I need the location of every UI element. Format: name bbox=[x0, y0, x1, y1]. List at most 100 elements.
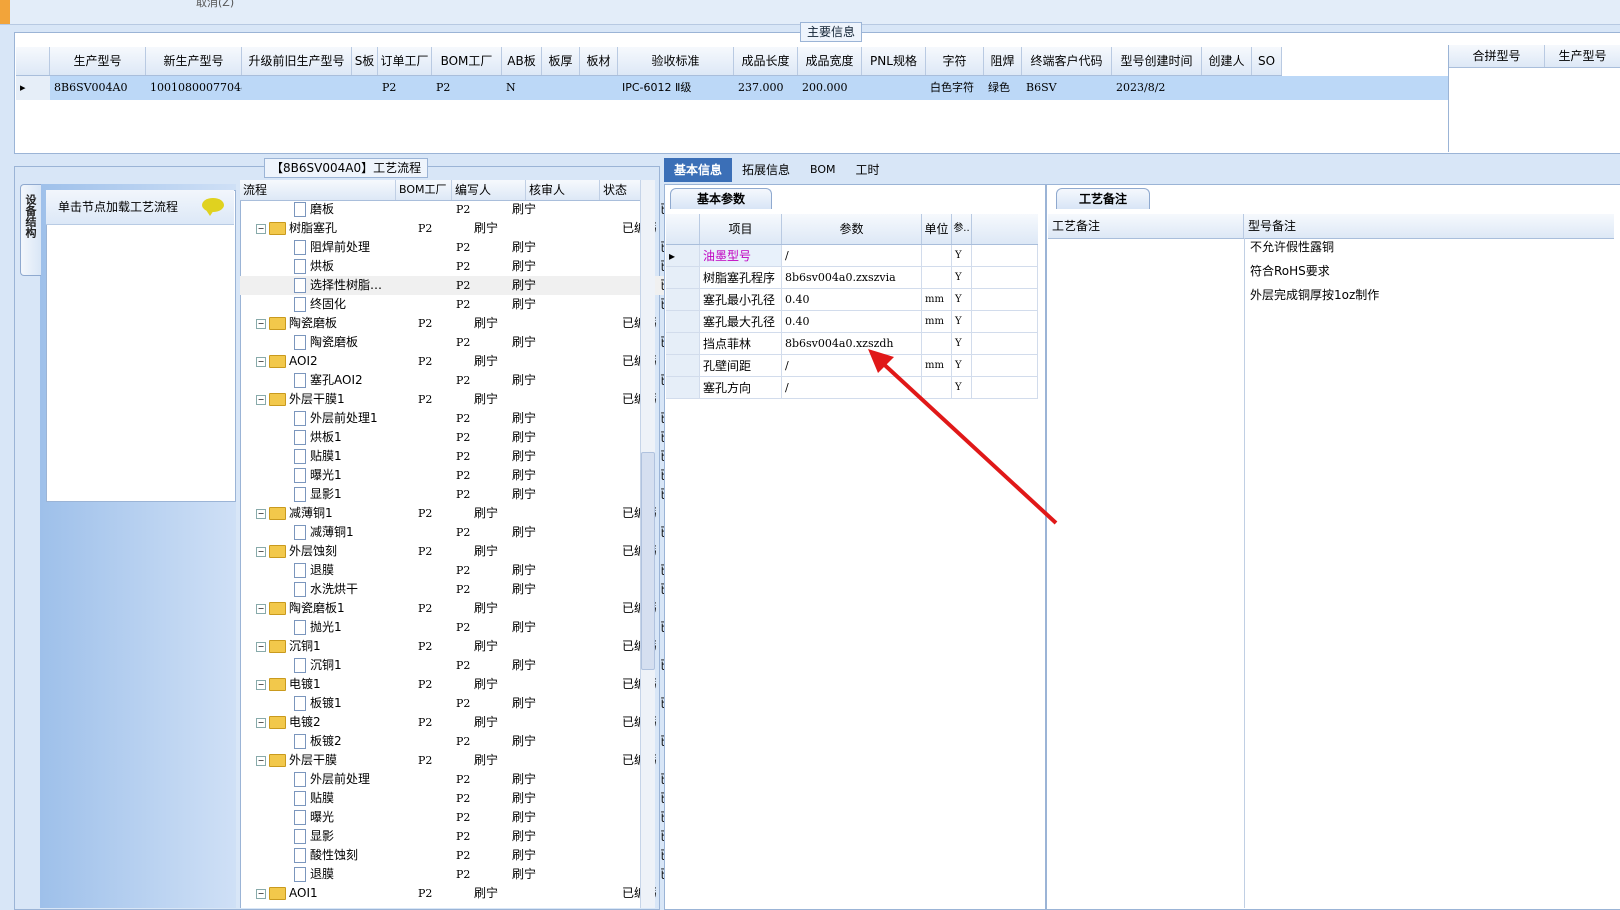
flow-tree-row[interactable]: 减薄铜1P2刷宁已编写 bbox=[240, 523, 694, 542]
flow-tree-row[interactable]: − 沉铜1 P2 刷宁 已编写 bbox=[240, 637, 656, 656]
flow-node[interactable]: − 电镀1 bbox=[240, 675, 412, 694]
flow-node[interactable]: 贴膜1 bbox=[240, 447, 450, 466]
flow-node[interactable]: 塞孔AOI2 bbox=[240, 371, 450, 390]
merge-col-header[interactable]: 合拼型号 bbox=[1449, 45, 1545, 67]
collapse-toggle-icon[interactable]: − bbox=[256, 508, 266, 519]
flow-node[interactable]: 终固化 bbox=[240, 295, 450, 314]
main-cell[interactable] bbox=[1252, 76, 1282, 100]
flow-node[interactable]: − 外层蚀刻 bbox=[240, 542, 412, 561]
col-flow[interactable]: 流程 bbox=[240, 180, 396, 200]
flow-node[interactable]: 外层前处理1 bbox=[240, 409, 450, 428]
main-col-header[interactable]: PNL规格 bbox=[862, 47, 926, 75]
collapse-toggle-icon[interactable]: − bbox=[256, 888, 266, 899]
main-cell[interactable] bbox=[242, 76, 352, 100]
flow-node[interactable]: 退膜 bbox=[240, 865, 450, 884]
flow-tree-row[interactable]: 显影1P2刷宁已编写 bbox=[240, 485, 694, 504]
collapse-toggle-icon[interactable]: − bbox=[256, 394, 266, 405]
param-value[interactable]: 8b6sv004a0.zxszvia bbox=[782, 267, 922, 289]
param-row[interactable]: 塞孔最小孔径 0.40 mm Y bbox=[666, 289, 1038, 311]
main-col-header[interactable]: 成品长度 bbox=[734, 47, 798, 75]
flow-tree-row[interactable]: 板镀2P2刷宁已编写 bbox=[240, 732, 694, 751]
tree-scroll-thumb[interactable] bbox=[641, 452, 655, 670]
flow-node[interactable]: 显影 bbox=[240, 827, 450, 846]
main-col-header[interactable]: BOM工厂 bbox=[432, 47, 502, 75]
main-cell[interactable]: B6SV bbox=[1022, 76, 1112, 100]
main-cell[interactable]: N bbox=[502, 76, 542, 100]
flow-tree-row[interactable]: 板镀1P2刷宁已编写 bbox=[240, 694, 694, 713]
main-col-header[interactable]: 型号创建时间 bbox=[1112, 47, 1202, 75]
flow-tree-row[interactable]: 阻焊前处理P2刷宁已编写 bbox=[240, 238, 694, 257]
collapse-toggle-icon[interactable]: − bbox=[256, 223, 266, 234]
flow-tree-row[interactable]: 塞孔AOI2P2刷宁已编写 bbox=[240, 371, 694, 390]
flow-node[interactable]: 退膜 bbox=[240, 561, 450, 580]
col-status[interactable]: 状态 bbox=[600, 180, 640, 200]
flow-tree-row[interactable]: 陶瓷磨板P2刷宁已编写 bbox=[240, 333, 694, 352]
main-col-header[interactable]: 生产型号 bbox=[50, 47, 146, 75]
main-col-header[interactable]: 订单工厂 bbox=[378, 47, 432, 75]
param-row[interactable]: 塞孔最大孔径 0.40 mm Y bbox=[666, 311, 1038, 333]
params-tab[interactable]: 基本参数 bbox=[670, 188, 772, 209]
col-reviewer[interactable]: 核审人 bbox=[526, 180, 600, 200]
tab-extended-info[interactable]: 拓展信息 bbox=[732, 158, 800, 182]
collapse-toggle-icon[interactable]: − bbox=[256, 318, 266, 329]
flow-tree-row[interactable]: 曝光P2刷宁已编写 bbox=[240, 808, 694, 827]
flow-tree-row[interactable]: 抛光1P2刷宁已编写 bbox=[240, 618, 694, 637]
main-cell[interactable]: 2023/8/2 bbox=[1112, 76, 1202, 100]
flow-node[interactable]: − 电镀2 bbox=[240, 713, 412, 732]
flow-tree-row[interactable]: − 电镀2 P2 刷宁 已编写 bbox=[240, 713, 656, 732]
flow-node[interactable]: 板镀2 bbox=[240, 732, 450, 751]
param-value[interactable]: / bbox=[782, 245, 922, 267]
main-cell[interactable]: IPC-6012 Ⅱ级 bbox=[618, 76, 734, 100]
flow-node[interactable]: 阻焊前处理 bbox=[240, 238, 450, 257]
flow-node[interactable]: 烘板1 bbox=[240, 428, 450, 447]
collapse-toggle-icon[interactable]: − bbox=[256, 717, 266, 728]
flow-node[interactable]: 水洗烘干 bbox=[240, 580, 450, 599]
flow-node[interactable]: − 树脂塞孔 bbox=[240, 219, 412, 238]
main-cell[interactable]: 白色字符 bbox=[926, 76, 984, 100]
main-col-header[interactable]: 终端客户代码 bbox=[1022, 47, 1112, 75]
flow-node[interactable]: 曝光1 bbox=[240, 466, 450, 485]
main-col-header[interactable]: 新生产型号 bbox=[146, 47, 242, 75]
flow-node[interactable]: 磨板 bbox=[240, 200, 450, 219]
flow-node[interactable]: 外层前处理 bbox=[240, 770, 450, 789]
flow-tree-row[interactable]: 显影P2刷宁已编写 bbox=[240, 827, 694, 846]
flow-tree-row[interactable]: − AOI1 P2 刷宁 已编写 bbox=[240, 884, 656, 903]
tab-bom[interactable]: BOM bbox=[800, 158, 846, 182]
main-col-header[interactable]: 字符 bbox=[926, 47, 984, 75]
main-cell[interactable]: 200.000 bbox=[798, 76, 862, 100]
flow-tree-row[interactable]: 终固化P2刷宁已编写 bbox=[240, 295, 694, 314]
flow-node[interactable]: 沉铜1 bbox=[240, 656, 450, 675]
flow-tree-row[interactable]: 退膜P2刷宁已编写 bbox=[240, 561, 694, 580]
flow-node[interactable]: 烘板 bbox=[240, 257, 450, 276]
tab-basic-info[interactable]: 基本信息 bbox=[664, 158, 733, 182]
flow-tree-row[interactable]: 磨板P2刷宁已编写 bbox=[240, 200, 694, 219]
merge-col-header[interactable]: 生产型号 bbox=[1545, 45, 1620, 67]
main-col-header[interactable]: S板 bbox=[352, 47, 378, 75]
main-col-header[interactable]: 板材 bbox=[580, 47, 618, 75]
cancel-label[interactable]: 取消(Z) bbox=[196, 0, 234, 10]
main-cell[interactable] bbox=[352, 76, 378, 100]
flow-tree-row[interactable]: 烘板1P2刷宁已编写 bbox=[240, 428, 694, 447]
flow-tree-row[interactable]: 酸性蚀刻P2刷宁已编写 bbox=[240, 846, 694, 865]
flow-tree-row[interactable]: 外层前处理1P2刷宁已编写 bbox=[240, 409, 694, 428]
main-cell[interactable] bbox=[862, 76, 926, 100]
flow-tree-row[interactable]: 曝光1P2刷宁已编写 bbox=[240, 466, 694, 485]
flow-node[interactable]: − 陶瓷磨板 bbox=[240, 314, 412, 333]
col-item[interactable]: 项目 bbox=[700, 214, 782, 244]
flow-node[interactable]: − 沉铜1 bbox=[240, 637, 412, 656]
main-cell[interactable] bbox=[542, 76, 580, 100]
col-process-remark[interactable]: 工艺备注 bbox=[1048, 214, 1244, 238]
main-col-header[interactable]: AB板 bbox=[502, 47, 542, 75]
flow-node[interactable]: 减薄铜1 bbox=[240, 523, 450, 542]
main-cell[interactable] bbox=[580, 76, 618, 100]
collapse-toggle-icon[interactable]: − bbox=[256, 679, 266, 690]
main-col-header[interactable]: 创建人 bbox=[1202, 47, 1252, 75]
flow-tree-row[interactable]: 水洗烘干P2刷宁已编写 bbox=[240, 580, 694, 599]
param-value[interactable]: 0.40 bbox=[782, 311, 922, 333]
tab-work-hours[interactable]: 工时 bbox=[846, 158, 890, 182]
flow-node[interactable]: 抛光1 bbox=[240, 618, 450, 637]
main-col-header[interactable]: SO bbox=[1252, 47, 1282, 75]
main-cell[interactable]: 10010800077048 bbox=[146, 76, 242, 100]
flow-tree-row[interactable]: 沉铜1P2刷宁已编写 bbox=[240, 656, 694, 675]
collapse-toggle-icon[interactable]: − bbox=[256, 641, 266, 652]
